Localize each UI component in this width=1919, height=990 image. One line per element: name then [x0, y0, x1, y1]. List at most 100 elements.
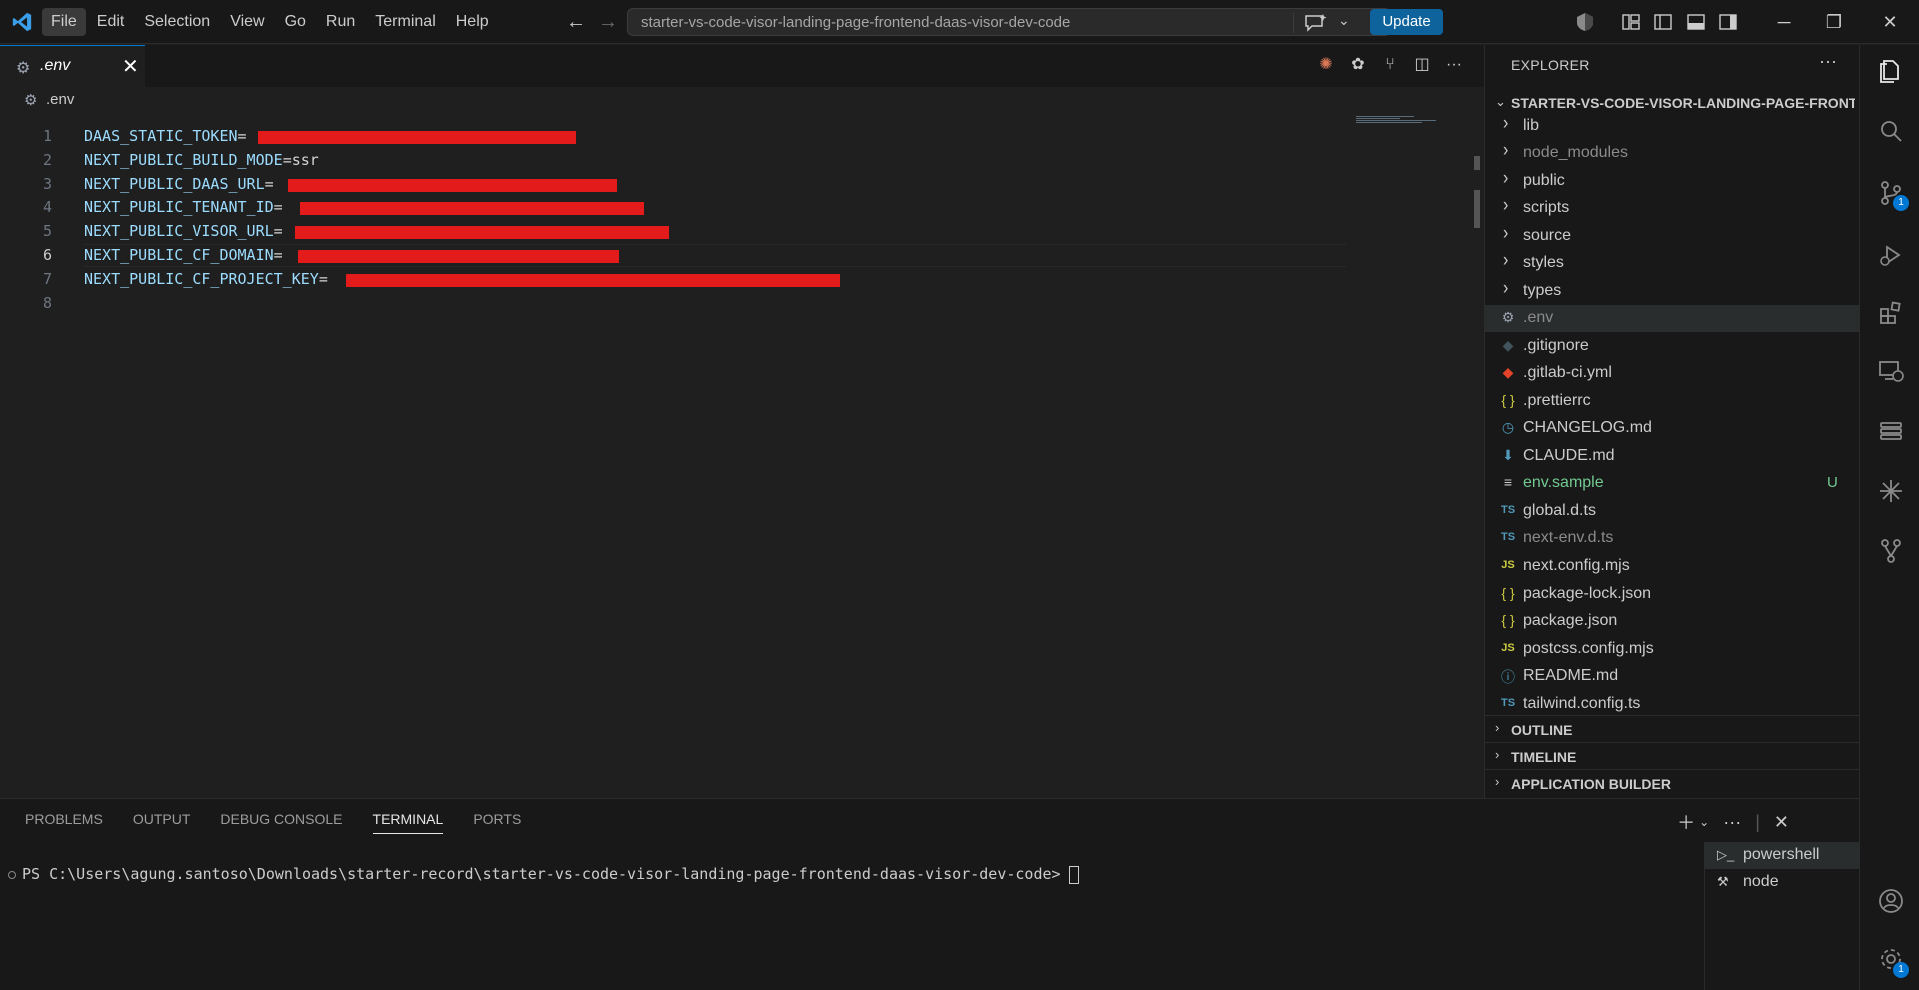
env-key: NEXT_PUBLIC_BUILD_MODE: [84, 151, 283, 169]
close-window-icon[interactable]: ✕: [1878, 10, 1902, 34]
extensions-icon[interactable]: [1877, 299, 1905, 327]
code-line[interactable]: 7 NEXT_PUBLIC_CF_PROJECT_KEY=: [0, 268, 1350, 291]
restore-icon[interactable]: ❐: [1822, 10, 1846, 34]
command-center[interactable]: starter-vs-code-visor-landing-page-front…: [627, 8, 1391, 36]
accounts-shield-icon[interactable]: [1574, 11, 1596, 33]
folder-item-public[interactable]: › public: [1485, 168, 1860, 195]
menu-edit[interactable]: Edit: [88, 8, 134, 36]
tab-env[interactable]: ⚙ .env ✕: [0, 45, 145, 87]
code-editor[interactable]: 1 DAAS_STATIC_TOKEN= 2 NEXT_PUBLIC_BUILD…: [0, 112, 1484, 798]
back-arrow-icon[interactable]: ←: [564, 9, 588, 35]
tab-debug-console[interactable]: DEBUG CONSOLE: [220, 811, 342, 834]
folder-item-types[interactable]: › types: [1485, 278, 1860, 305]
update-button[interactable]: Update: [1370, 9, 1443, 35]
gear-icon: ⚙: [16, 60, 31, 77]
file-item[interactable]: { } package-lock.json: [1485, 581, 1860, 608]
panel-more-icon[interactable]: ···: [1723, 812, 1741, 833]
code-line[interactable]: 3 NEXT_PUBLIC_DAAS_URL=: [0, 173, 1350, 196]
toggle-secondary-sidebar-icon[interactable]: [1717, 11, 1739, 33]
close-tab-icon[interactable]: ✕: [122, 54, 139, 79]
run-debug-icon[interactable]: [1877, 241, 1905, 269]
terminal-prompt-line[interactable]: PS C:\Users\agung.santoso\Downloads\star…: [8, 865, 1079, 884]
menu-run[interactable]: Run: [317, 8, 364, 36]
menu-help[interactable]: Help: [447, 8, 498, 36]
openai-icon[interactable]: ✿: [1348, 55, 1368, 75]
code-line[interactable]: 1 DAAS_STATIC_TOKEN=: [0, 125, 1350, 148]
redaction-mark: [300, 202, 644, 215]
menu-terminal[interactable]: Terminal: [366, 8, 444, 36]
explorer-files-icon[interactable]: [1877, 57, 1905, 85]
file-item[interactable]: ≡ env.sample U: [1485, 470, 1860, 497]
section-outline[interactable]: › OUTLINE: [1485, 715, 1860, 742]
claude-activity-icon[interactable]: [1877, 477, 1905, 505]
file-item[interactable]: { } .prettierrc: [1485, 388, 1860, 415]
tab-label: .env: [40, 57, 71, 74]
terminal-item-node[interactable]: ⚒ node: [1705, 869, 1860, 896]
toggle-panel-icon[interactable]: [1685, 11, 1707, 33]
git-compare-icon[interactable]: ⑂: [1380, 55, 1400, 75]
split-editor-icon[interactable]: ◫: [1412, 55, 1432, 75]
file-type-icon: TS: [1500, 696, 1516, 709]
file-item[interactable]: JS next.config.mjs: [1485, 553, 1860, 580]
terminal-item-powershell[interactable]: ▷_ powershell: [1705, 842, 1860, 869]
chat-icon[interactable]: [1303, 13, 1329, 33]
forward-arrow-icon[interactable]: →: [596, 9, 620, 35]
menu-go[interactable]: Go: [276, 8, 315, 36]
line-number: 2: [42, 151, 52, 169]
tab-output[interactable]: OUTPUT: [133, 811, 191, 834]
more-actions-icon[interactable]: ···: [1444, 55, 1464, 75]
section-timeline[interactable]: › TIMELINE: [1485, 742, 1860, 769]
file-item[interactable]: ⓘ README.md: [1485, 663, 1860, 690]
tab-terminal[interactable]: TERMINAL: [372, 811, 444, 834]
code-line[interactable]: 6 NEXT_PUBLIC_CF_DOMAIN=: [0, 244, 1350, 267]
claude-icon[interactable]: ✺: [1316, 55, 1336, 75]
file-item[interactable]: ◷ CHANGELOG.md: [1485, 415, 1860, 442]
section-application-builder[interactable]: › APPLICATION BUILDER: [1485, 769, 1860, 796]
new-terminal-chevron-icon[interactable]: ⌄: [1699, 815, 1709, 829]
code-line[interactable]: 8: [0, 292, 1350, 315]
file-item[interactable]: TS global.d.ts: [1485, 498, 1860, 525]
menu-selection[interactable]: Selection: [135, 8, 219, 36]
breadcrumb-file[interactable]: .env: [46, 91, 74, 108]
folder-label: lib: [1523, 117, 1540, 134]
folder-item-styles[interactable]: › styles: [1485, 250, 1860, 277]
menu-view[interactable]: View: [221, 8, 273, 36]
tab-problems[interactable]: PROBLEMS: [25, 811, 103, 834]
file-item[interactable]: ◆ .gitignore: [1485, 333, 1860, 360]
git-graph-icon[interactable]: [1877, 537, 1905, 565]
chat-chevron-icon[interactable]: ⌄: [1338, 12, 1350, 29]
terminal-label: node: [1743, 873, 1779, 890]
code-line[interactable]: 4 NEXT_PUBLIC_TENANT_ID=: [0, 196, 1350, 219]
toggle-primary-sidebar-icon[interactable]: [1652, 11, 1674, 33]
remote-explorer-icon[interactable]: [1877, 357, 1905, 385]
code-line[interactable]: 5 NEXT_PUBLIC_VISOR_URL=: [0, 220, 1350, 243]
close-panel-icon[interactable]: ✕: [1774, 812, 1789, 833]
customize-layout-icon[interactable]: [1620, 11, 1642, 33]
file-item[interactable]: JS postcss.config.mjs: [1485, 636, 1860, 663]
code-line[interactable]: 2 NEXT_PUBLIC_BUILD_MODE=ssr: [0, 149, 1350, 172]
line-number: 7: [42, 270, 52, 288]
search-icon[interactable]: [1877, 117, 1905, 145]
file-item[interactable]: TS tailwind.config.ts: [1485, 691, 1860, 718]
file-item[interactable]: ⬇ CLAUDE.md: [1485, 443, 1860, 470]
terminal-cursor: [1068, 865, 1079, 884]
minimap[interactable]: [1356, 116, 1468, 126]
file-item[interactable]: TS next-env.d.ts: [1485, 525, 1860, 552]
file-item[interactable]: ◆ .gitlab-ci.yml: [1485, 360, 1860, 387]
folder-item-node-modules[interactable]: › node_modules: [1485, 140, 1860, 167]
file-item[interactable]: { } package.json: [1485, 608, 1860, 635]
tab-ports[interactable]: PORTS: [473, 811, 521, 834]
menu-file[interactable]: File: [42, 8, 86, 36]
database-icon[interactable]: [1877, 417, 1905, 445]
folder-item-lib[interactable]: › lib: [1485, 113, 1860, 140]
explorer-sidebar: EXPLORER ··· ⌄ STARTER-VS-CODE-VISOR-LAN…: [1484, 45, 1860, 798]
minimize-icon[interactable]: ─: [1772, 10, 1796, 34]
file-item[interactable]: ⚙ .env: [1485, 305, 1860, 332]
explorer-more-icon[interactable]: ···: [1819, 51, 1837, 72]
folder-item-source[interactable]: › source: [1485, 223, 1860, 250]
account-icon[interactable]: [1877, 887, 1905, 915]
terminal-icon: ▷_: [1717, 847, 1735, 862]
explorer-title: EXPLORER: [1511, 57, 1590, 73]
new-terminal-plus-icon[interactable]: ＋: [1677, 809, 1695, 835]
folder-item-scripts[interactable]: › scripts: [1485, 195, 1860, 222]
